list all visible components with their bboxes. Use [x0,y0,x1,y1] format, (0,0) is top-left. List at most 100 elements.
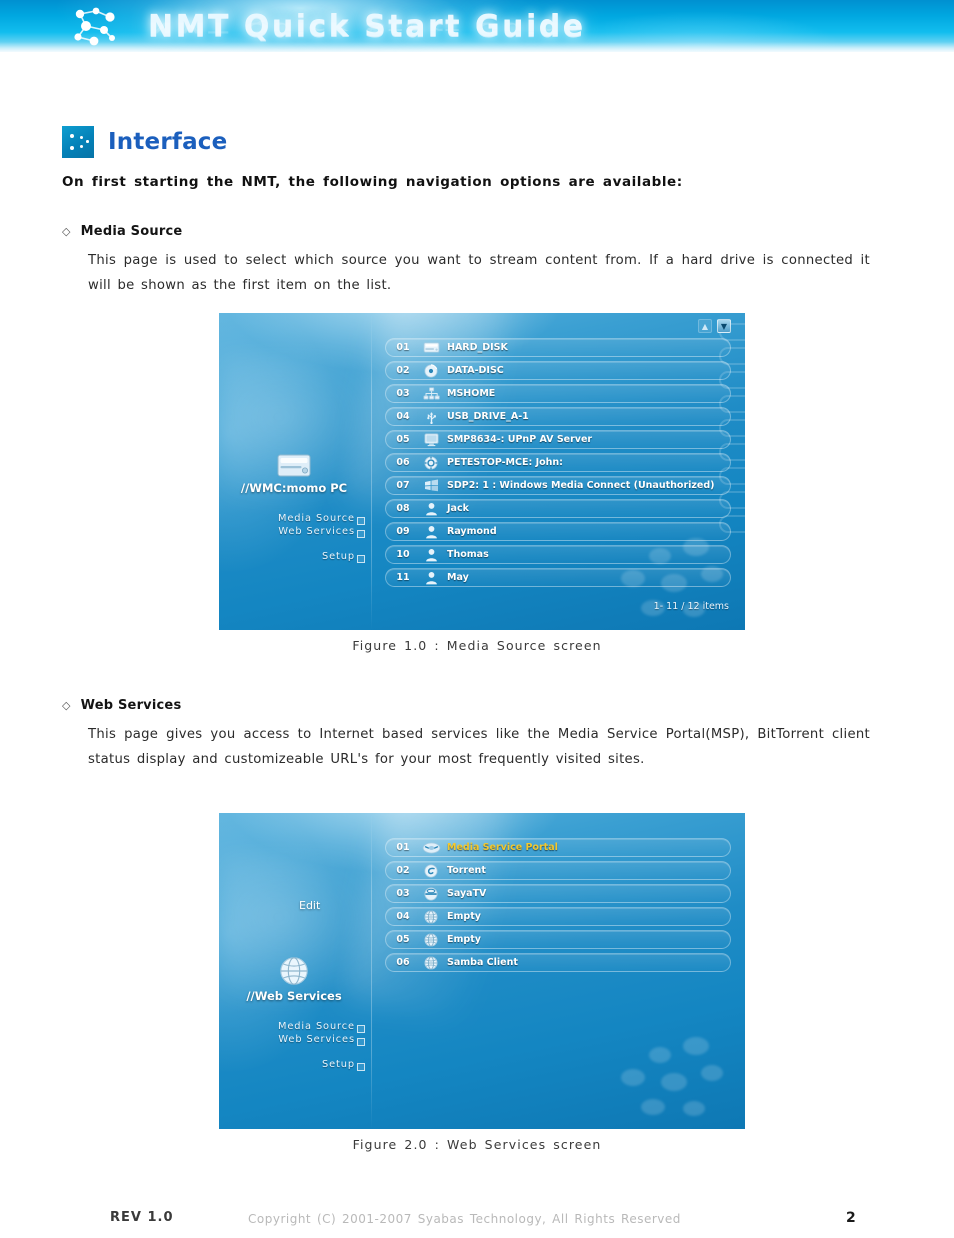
list-item-number: 01 [396,842,410,853]
monitor-icon [420,432,442,447]
list-item-number: 04 [396,411,410,422]
list-item[interactable]: 10 Thomas [385,545,731,564]
list-item[interactable]: 01 HARD_DISK [385,338,731,357]
usb-icon [420,409,442,424]
list-item[interactable]: 04 Empty [385,907,731,926]
diamond-bullet-icon: ◇ [62,225,71,238]
list-item-number: 10 [396,549,410,560]
list-item-label: SMP8634-: UPnP AV Server [447,434,593,445]
web-services-sidebar: //Web Services Media Source Web Services… [219,955,369,1072]
list-item[interactable]: 03 SayaTV [385,884,731,903]
list-item[interactable]: 04 USB_DRIVE_A-1 [385,407,731,426]
media-source-list: 01 HARD_DISK 02 DATA-DISC 03 MSHOME 04 USB_DRIV… [385,338,731,591]
panel-divider [371,813,372,1129]
list-item-label: DATA-DISC [447,365,504,376]
list-item-number: 02 [396,865,410,876]
scroll-controls[interactable]: ▲ ▼ [698,319,731,333]
list-item[interactable]: 03 MSHOME [385,384,731,403]
list-item[interactable]: 07 SDP2: 1 : Windows Media Connect (Unaut… [385,476,731,495]
list-item-number: 11 [396,572,410,583]
globe-icon [219,955,369,987]
section-heading: Interface [108,129,228,155]
list-item-label: Empty [447,911,481,922]
bubbles-decoration [591,1007,741,1127]
block-heading-row: ◇ Web Services [62,698,872,713]
diamond-bullet-icon: ◇ [62,699,71,712]
scroll-down-button[interactable]: ▼ [717,319,731,333]
sidebar-item-web-services[interactable]: Web Services [219,1034,369,1046]
globe-icon [420,955,442,970]
sidebar-item-media-source[interactable]: Media Source [219,513,369,525]
hard-disk-icon [219,453,369,479]
list-item[interactable]: 05 Empty [385,930,731,949]
dots-square-icon [62,126,94,158]
list-item-number: 05 [396,434,410,445]
list-item-number: 03 [396,388,410,399]
list-item-number: 01 [396,342,410,353]
sidebar-item-web-services[interactable]: Web Services [219,526,369,538]
list-item-number: 05 [396,934,410,945]
sidebar-nav-list: Media Source Web Services Setup [219,513,369,563]
web-services-screenshot: Edit //Web Services Media Source Web Ser… [219,813,745,1129]
hard-disk-icon [420,340,442,355]
list-item-number: 09 [396,526,410,537]
figure-caption-2: Figure 2.0 : Web Services screen [352,1137,602,1152]
list-item[interactable]: 01 Media Service Portal [385,838,731,857]
block-body-text: This page gives you access to Internet b… [88,727,870,767]
list-item-number: 06 [396,457,410,468]
list-item[interactable]: 08 Jack [385,499,731,518]
device-name-label: //Web Services [246,989,342,1003]
section-intro-text: On first starting the NMT, the following… [62,174,683,190]
scroll-up-button[interactable]: ▲ [698,319,712,333]
list-item-number: 07 [396,480,410,491]
list-item-number: 03 [396,888,410,899]
list-item[interactable]: 09 Raymond [385,522,731,541]
item-count-label: 1- 11 / 12 items [653,601,729,612]
disc-icon [420,363,442,378]
list-item-label: HARD_DISK [447,342,508,353]
list-item-label: Torrent [447,865,486,876]
list-item[interactable]: 02 Torrent [385,861,731,880]
list-item[interactable]: 06 Samba Client [385,953,731,972]
network-icon [420,386,442,401]
user-icon [420,524,442,539]
globe-icon [420,932,442,947]
section-title-row: Interface [62,126,227,158]
windows-icon [420,478,442,493]
list-item[interactable]: 05 SMP8634-: UPnP AV Server [385,430,731,449]
sidebar-nav-list: Media Source Web Services Setup [219,1021,369,1071]
list-item-label: SDP2: 1 : Windows Media Connect (Unautho… [447,480,715,491]
list-item[interactable]: 11 May [385,568,731,587]
list-item-label: Empty [447,934,481,945]
sidebar-item-setup[interactable]: Setup [219,551,369,563]
network-nodes-logo [66,6,130,48]
list-item-label: USB_DRIVE_A-1 [447,411,529,422]
list-item-label: MSHOME [447,388,496,399]
media-source-screenshot: ▲ ▼ //WMC:momo PC Media Source Web Servi… [219,313,745,630]
user-icon [420,570,442,585]
figure-caption-1: Figure 1.0 : Media Source screen [352,638,602,653]
media-source-sidebar: //WMC:momo PC Media Source Web Services … [219,453,369,564]
list-item[interactable]: 02 DATA-DISC [385,361,731,380]
page-header-banner: NMT Quick Start Guide NMT Quick Start Gu… [0,0,954,52]
footer-page-number: 2 [846,1210,856,1226]
footer-copyright: Copyright (C) 2001-2007 Syabas Technolog… [248,1212,681,1226]
block-media-source: ◇ Media Source This page is used to sele… [62,224,872,298]
user-icon [420,547,442,562]
list-item-label: SayaTV [447,888,487,899]
edit-button[interactable]: Edit [299,899,320,912]
list-item-number: 04 [396,911,410,922]
list-item-label: May [447,572,469,583]
list-item-label: Thomas [447,549,489,560]
sidebar-item-media-source[interactable]: Media Source [219,1021,369,1033]
block-heading-row: ◇ Media Source [62,224,872,239]
sidebar-item-setup[interactable]: Setup [219,1059,369,1071]
list-item[interactable]: 06 PETESTOP-MCE: John: [385,453,731,472]
block-body-text: This page is used to select which source… [88,253,870,293]
list-item-label: Raymond [447,526,497,537]
web-services-list: 01 Media Service Portal 02 Torrent 03 SayaTV 0… [385,838,731,976]
gear-icon [420,455,442,470]
torrent-icon [420,863,442,878]
list-item-label: Samba Client [447,957,518,968]
globe-icon [420,909,442,924]
